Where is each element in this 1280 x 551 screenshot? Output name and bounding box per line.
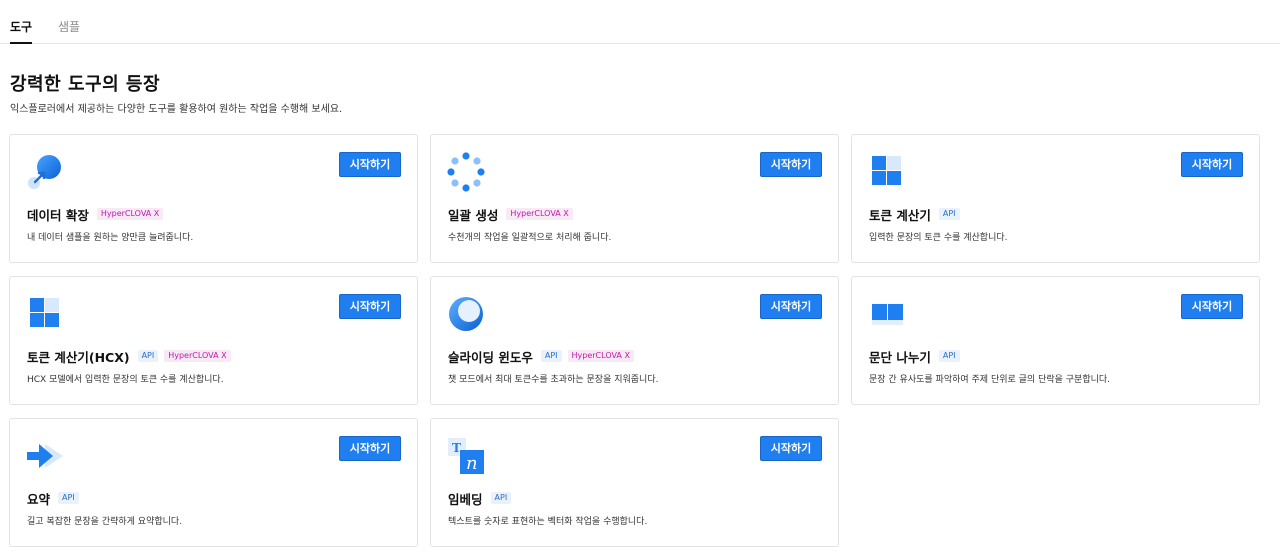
tool-card-data-expand: 시작하기 데이터 확장 HyperCLOVA X 내 데이터 샘플을 원하는 양…: [9, 134, 418, 263]
card-description: 챗 모드에서 최대 토큰수를 초과하는 문장을 지워줍니다.: [448, 375, 659, 385]
card-title: 데이터 확장: [27, 207, 89, 223]
start-button[interactable]: 시작하기: [760, 436, 822, 461]
card-title-row: 문단 나누기 API: [869, 348, 966, 365]
start-button[interactable]: 시작하기: [339, 152, 401, 177]
card-title: 문단 나누기: [869, 349, 931, 365]
tool-card-token-calculator: 시작하기 토큰 계산기 API 입력한 문장의 토큰 수를 계산합니다.: [851, 134, 1260, 263]
tab-samples[interactable]: 샘플: [58, 19, 80, 35]
tool-card-embedding: T n 시작하기 임베딩 API 텍스트를 숫자로 표현하는 벡터화 작업을 수…: [430, 418, 839, 547]
card-title: 임베딩: [448, 491, 483, 507]
card-description: 수천개의 작업을 일괄적으로 처리해 줍니다.: [448, 233, 612, 243]
tab-tools[interactable]: 도구: [10, 19, 33, 44]
start-button[interactable]: 시작하기: [1181, 152, 1243, 177]
page-title: 강력한 도구의 등장: [10, 74, 161, 95]
api-badge: API: [540, 350, 562, 362]
tab-bar: 도구 샘플: [0, 0, 1280, 44]
hyperclova-badge: HyperCLOVA X: [506, 208, 573, 220]
api-badge: API: [938, 208, 960, 220]
card-title: 요약: [27, 491, 51, 507]
start-button[interactable]: 시작하기: [760, 152, 822, 177]
card-description: HCX 모델에서 입력한 문장의 토큰 수를 계산합니다.: [27, 375, 224, 385]
paragraph-split-icon: [867, 294, 907, 334]
card-description: 내 데이터 샘플을 원하는 양만큼 늘려줍니다.: [27, 233, 194, 243]
tool-card-summary: 시작하기 요약 API 길고 복잡한 문장을 간략하게 요약합니다.: [9, 418, 418, 547]
api-badge: API: [490, 492, 512, 504]
token-calculator-icon: [867, 152, 907, 192]
start-button[interactable]: 시작하기: [760, 294, 822, 319]
card-title: 토큰 계산기(HCX): [27, 349, 130, 365]
data-expand-icon: [25, 152, 65, 192]
tool-card-paragraph-split: 시작하기 문단 나누기 API 문장 간 유사도를 파악하여 주제 단위로 글의…: [851, 276, 1260, 405]
hyperclova-badge: HyperCLOVA X: [96, 208, 164, 220]
token-calculator-hcx-icon: [25, 294, 65, 334]
card-title-row: 슬라이딩 윈도우 API HyperCLOVA X: [448, 348, 640, 365]
summary-icon: [25, 436, 65, 476]
sliding-window-icon: [446, 294, 486, 334]
card-description: 문장 간 유사도를 파악하여 주제 단위로 글의 단락을 구분합니다.: [869, 375, 1111, 385]
card-title-row: 일괄 생성 HyperCLOVA X: [448, 206, 579, 223]
api-badge: API: [137, 350, 159, 362]
card-description: 텍스트를 숫자로 표현하는 벡터화 작업을 수행합니다.: [448, 517, 648, 527]
card-title-row: 임베딩 API: [448, 490, 517, 507]
svg-text:n: n: [466, 453, 478, 474]
svg-text:T: T: [452, 441, 461, 455]
batch-generate-icon: [446, 152, 486, 192]
api-badge: API: [58, 492, 79, 504]
tool-card-batch-generate: 시작하기 일괄 생성 HyperCLOVA X 수천개의 작업을 일괄적으로 처…: [430, 134, 839, 263]
card-title-row: 토큰 계산기 API: [869, 206, 966, 223]
embedding-icon: T n: [446, 436, 486, 476]
hyperclova-badge: HyperCLOVA X: [567, 350, 634, 362]
card-title: 일괄 생성: [448, 207, 499, 223]
start-button[interactable]: 시작하기: [1181, 294, 1243, 319]
start-button[interactable]: 시작하기: [339, 436, 401, 461]
card-description: 길고 복잡한 문장을 간략하게 요약합니다.: [27, 517, 183, 527]
page-subtitle: 익스플로러에서 제공하는 다양한 도구를 활용하여 원하는 작업을 수행해 보세…: [10, 104, 343, 115]
card-description: 입력한 문장의 토큰 수를 계산합니다.: [869, 233, 1008, 243]
card-title: 슬라이딩 윈도우: [448, 349, 533, 365]
api-badge: API: [938, 350, 960, 362]
card-title: 토큰 계산기: [869, 207, 931, 223]
card-title-row: 데이터 확장 HyperCLOVA X: [27, 206, 169, 223]
start-button[interactable]: 시작하기: [339, 294, 401, 319]
tool-card-token-calculator-hcx: 시작하기 토큰 계산기(HCX) API HyperCLOVA X HCX 모델…: [9, 276, 418, 405]
tool-card-sliding-window: 시작하기 슬라이딩 윈도우 API HyperCLOVA X 챗 모드에서 최대…: [430, 276, 839, 405]
card-title-row: 요약 API: [27, 490, 85, 507]
card-title-row: 토큰 계산기(HCX) API HyperCLOVA X: [27, 348, 237, 365]
hyperclova-badge: HyperCLOVA X: [164, 350, 231, 362]
